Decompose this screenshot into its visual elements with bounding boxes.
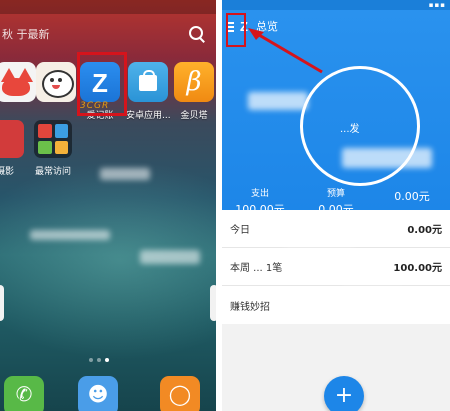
list-item-tips[interactable]: 赚钱妙招 (222, 286, 450, 324)
edge-handle (210, 285, 216, 321)
camera-folder-icon (0, 120, 24, 158)
blurred-region (30, 230, 110, 240)
overview-header: Z 总览 ...发 支出 100.00元 预算 0.00元 0.00元 (222, 10, 450, 216)
folder-photography[interactable]: 摄影 (0, 120, 24, 177)
page-indicator (89, 358, 109, 362)
status-bar (0, 0, 216, 14)
search-icon[interactable] (186, 23, 208, 45)
app-jinbeita[interactable]: β 金贝塔 (172, 62, 216, 121)
shopping-bag-icon (128, 62, 168, 102)
blurred-region (100, 168, 150, 180)
contacts-icon[interactable]: ☻ (78, 376, 118, 411)
fox-app-icon (0, 62, 36, 102)
home-search-bar[interactable]: 秋 于最新 (0, 22, 214, 46)
list-item-week[interactable]: 本周 ... 1笔 100.00元 (222, 248, 450, 286)
app-android-store[interactable]: 安卓应用... (126, 62, 171, 121)
search-hint: 秋 于最新 (2, 28, 50, 41)
blurred-region (342, 288, 402, 304)
app-fox[interactable] (0, 62, 38, 108)
blurred-region (140, 250, 200, 264)
ring-text: ...发 (340, 124, 360, 135)
beta-icon: β (174, 62, 214, 102)
cute-face-app-icon (36, 62, 76, 102)
blurred-region (248, 92, 308, 110)
status-bar: ▪▪▪ (222, 0, 450, 10)
home-screen: 秋 于最新 Z 爱记账 安卓应用... β 金贝塔 3CGR 摄影 最常访问 ✆… (0, 0, 216, 411)
arrow-annotation (248, 28, 323, 74)
aijizhang-app-screen: ▪▪▪ Z 总览 ...发 支出 100.00元 预算 0.00元 (222, 0, 450, 411)
blurred-region (342, 148, 432, 168)
budget-ring (300, 66, 420, 186)
folder-most-visited[interactable]: 最常访问 (34, 120, 72, 177)
highlight-box (226, 13, 246, 47)
folder-icon (34, 120, 72, 158)
edge-handle (0, 285, 4, 321)
blurred-region (284, 232, 354, 246)
overview-list: 今日 0.00元 本周 ... 1笔 100.00元 赚钱妙招 (222, 210, 450, 324)
messages-icon[interactable]: ◯ (160, 376, 200, 411)
phone-icon[interactable]: ✆ (4, 376, 44, 411)
add-record-button[interactable]: + (324, 376, 364, 411)
app-cute[interactable] (34, 62, 78, 108)
watermark: 3CGR (80, 101, 110, 111)
